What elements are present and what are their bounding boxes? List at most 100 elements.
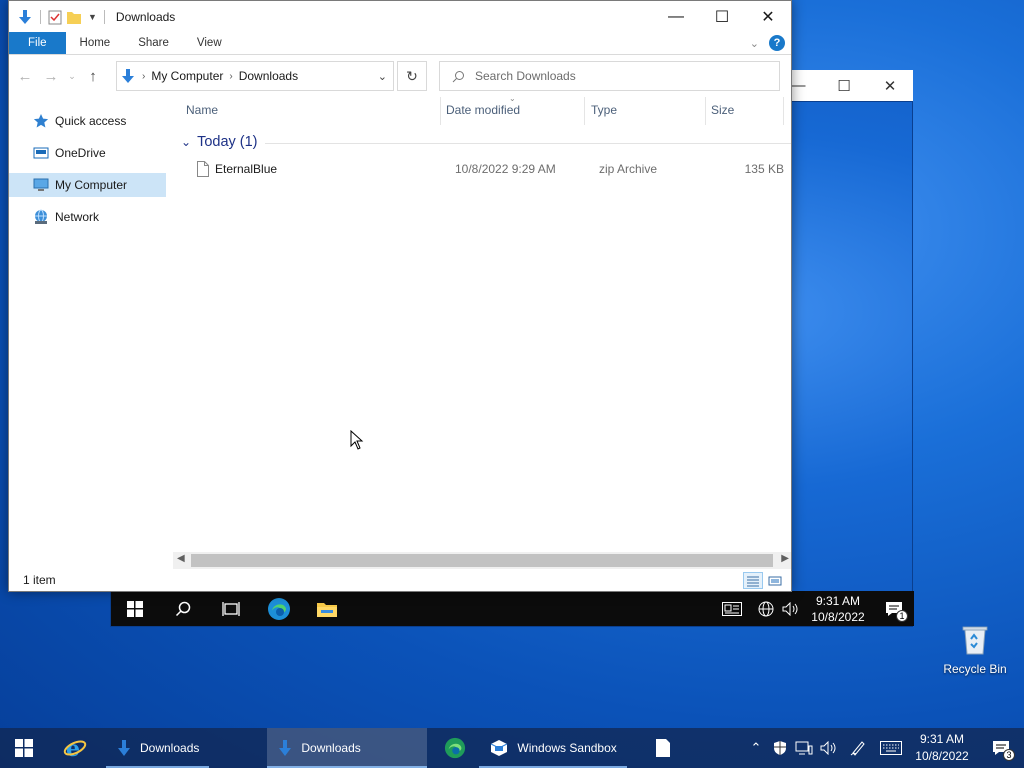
svg-text:e: e [66,736,80,760]
sandbox-system-tray: 9:31 AM 10/8/2022 1 [720,591,914,626]
sidebar-item-network[interactable]: Network [9,205,166,229]
network-status-icon [795,741,813,755]
sandbox-file-explorer-button[interactable] [303,591,351,626]
column-header-type[interactable]: Type [591,103,617,117]
details-view-button[interactable] [743,572,763,589]
help-icon[interactable]: ? [769,35,785,51]
news-icon [722,601,742,616]
large-icons-view-button[interactable] [765,572,785,589]
table-row[interactable]: EternalBlue 10/8/2022 9:29 AM zip Archiv… [187,158,791,180]
file-list: Name Date modified ⌄ Type Size ⌄ Today (… [173,91,791,566]
search-icon [452,70,464,82]
maximize-button[interactable]: ☐ [699,1,745,32]
taskbar-app-windows-sandbox[interactable]: Windows Sandbox [479,728,626,768]
news-icon[interactable] [720,591,744,626]
column-header-name[interactable]: Name [186,103,218,117]
sandbox-start-button[interactable] [111,591,159,626]
edge-icon [445,737,466,759]
sidebar-item-my-computer[interactable]: My Computer [9,173,166,197]
taskbar-clock[interactable]: 9:31 AM 10/8/2022 [906,731,978,765]
search-icon [175,601,191,616]
breadcrumb-downloads[interactable]: Downloads [239,69,298,83]
breadcrumb-my-computer[interactable]: My Computer [151,69,223,83]
internet-explorer-icon: e [63,736,87,760]
address-dropdown-icon[interactable]: ⌄ [378,70,387,83]
details-view-icon [747,576,759,586]
taskbar-app-label: Downloads [301,741,361,755]
tab-file[interactable]: File [9,32,66,54]
breadcrumb-chevron-icon[interactable]: › [142,71,145,82]
file-name: EternalBlue [215,162,278,176]
sidebar-item-quick-access[interactable]: Quick access [9,109,166,133]
properties-icon[interactable] [48,9,62,25]
scroll-left-icon[interactable]: ◀ [177,553,185,564]
edge-taskbar-button[interactable] [431,728,479,768]
column-headers: Name Date modified ⌄ Type Size [173,91,791,129]
file-type: zip Archive [599,162,658,176]
address-bar[interactable]: › My Computer › Downloads ⌄ [116,61,394,91]
group-header-today[interactable]: ⌄ Today (1) [181,134,258,150]
globe-icon[interactable] [754,591,778,626]
downloads-arrow-icon [279,740,292,756]
taskbar: e Downloads Downloads Windows Sandbox ⌃ [0,728,1024,768]
sandbox-notification-button[interactable]: 1 [874,591,914,626]
internet-explorer-button[interactable]: e [48,728,102,768]
search-box[interactable] [439,61,780,91]
explorer-title-bar: ▼ Downloads — ☐ ✕ [9,1,791,32]
network-status-icon[interactable] [792,728,816,768]
scroll-right-icon[interactable]: ▶ [781,553,789,564]
back-button[interactable]: ← [15,68,35,85]
sidebar-item-onedrive[interactable]: OneDrive [9,141,166,165]
window-title: Downloads [115,9,176,24]
recent-locations-button[interactable]: ⌄ [67,71,77,82]
expand-ribbon-icon[interactable]: ⌄ [750,37,759,50]
file-explorer-window: ▼ Downloads — ☐ ✕ File Home Share View ⌄… [8,0,792,592]
pen-icon[interactable] [846,728,870,768]
column-header-date-modified[interactable]: Date modified [446,103,520,117]
touch-keyboard-icon[interactable] [876,728,906,768]
file-icon [197,161,209,177]
column-header-size[interactable]: Size [711,103,734,117]
sandbox-maximize-button[interactable]: ☐ [821,70,867,101]
start-button[interactable] [0,728,48,768]
action-center-button[interactable]: 3 [978,728,1024,768]
volume-icon[interactable] [816,728,840,768]
volume-icon[interactable] [778,591,802,626]
up-button[interactable]: ↑ [83,68,103,85]
sandbox-notification-badge: 1 [896,610,908,622]
sandbox-clock-time: 9:31 AM [815,593,861,608]
scrollbar-thumb[interactable] [191,554,773,567]
downloads-arrow-icon [19,9,31,24]
new-folder-icon[interactable] [66,9,82,25]
status-bar: 1 item [9,569,791,591]
close-button[interactable]: ✕ [745,1,791,32]
sandbox-clock[interactable]: 9:31 AM 10/8/2022 [802,593,874,625]
horizontal-scrollbar[interactable]: ◀ ▶ [173,552,791,569]
sandbox-edge-button[interactable] [255,591,303,626]
sandbox-search-button[interactable] [159,591,207,626]
sandbox-taskbar: 9:31 AM 10/8/2022 1 [111,591,914,626]
sandbox-task-view-button[interactable] [207,591,255,626]
tab-home[interactable]: Home [66,32,125,54]
sandbox-close-button[interactable]: ✕ [867,70,913,101]
sort-indicator-icon: ⌄ [509,94,516,103]
windows-sandbox-icon [491,740,508,756]
taskbar-app-downloads-active[interactable]: Downloads [267,728,428,768]
tab-view[interactable]: View [183,32,236,54]
notepad-taskbar-button[interactable] [639,728,687,768]
tab-share[interactable]: Share [124,32,183,54]
search-input[interactable] [475,69,755,83]
taskbar-app-downloads[interactable]: Downloads [106,728,209,768]
security-shield-icon [774,741,786,755]
windows-logo-icon [127,600,143,617]
breadcrumb-chevron-icon[interactable]: › [229,71,232,82]
security-shield-icon[interactable] [768,728,792,768]
qat-dropdown-icon[interactable]: ▼ [88,12,97,22]
minimize-button[interactable]: — [653,1,699,32]
refresh-button[interactable]: ↻ [397,61,427,91]
forward-button[interactable]: → [41,68,61,85]
show-hidden-icons-button[interactable]: ⌃ [744,728,768,768]
recycle-bin-desktop-icon[interactable]: Recycle Bin [940,622,1010,676]
large-icons-view-icon [768,576,782,585]
globe-icon [758,601,774,616]
